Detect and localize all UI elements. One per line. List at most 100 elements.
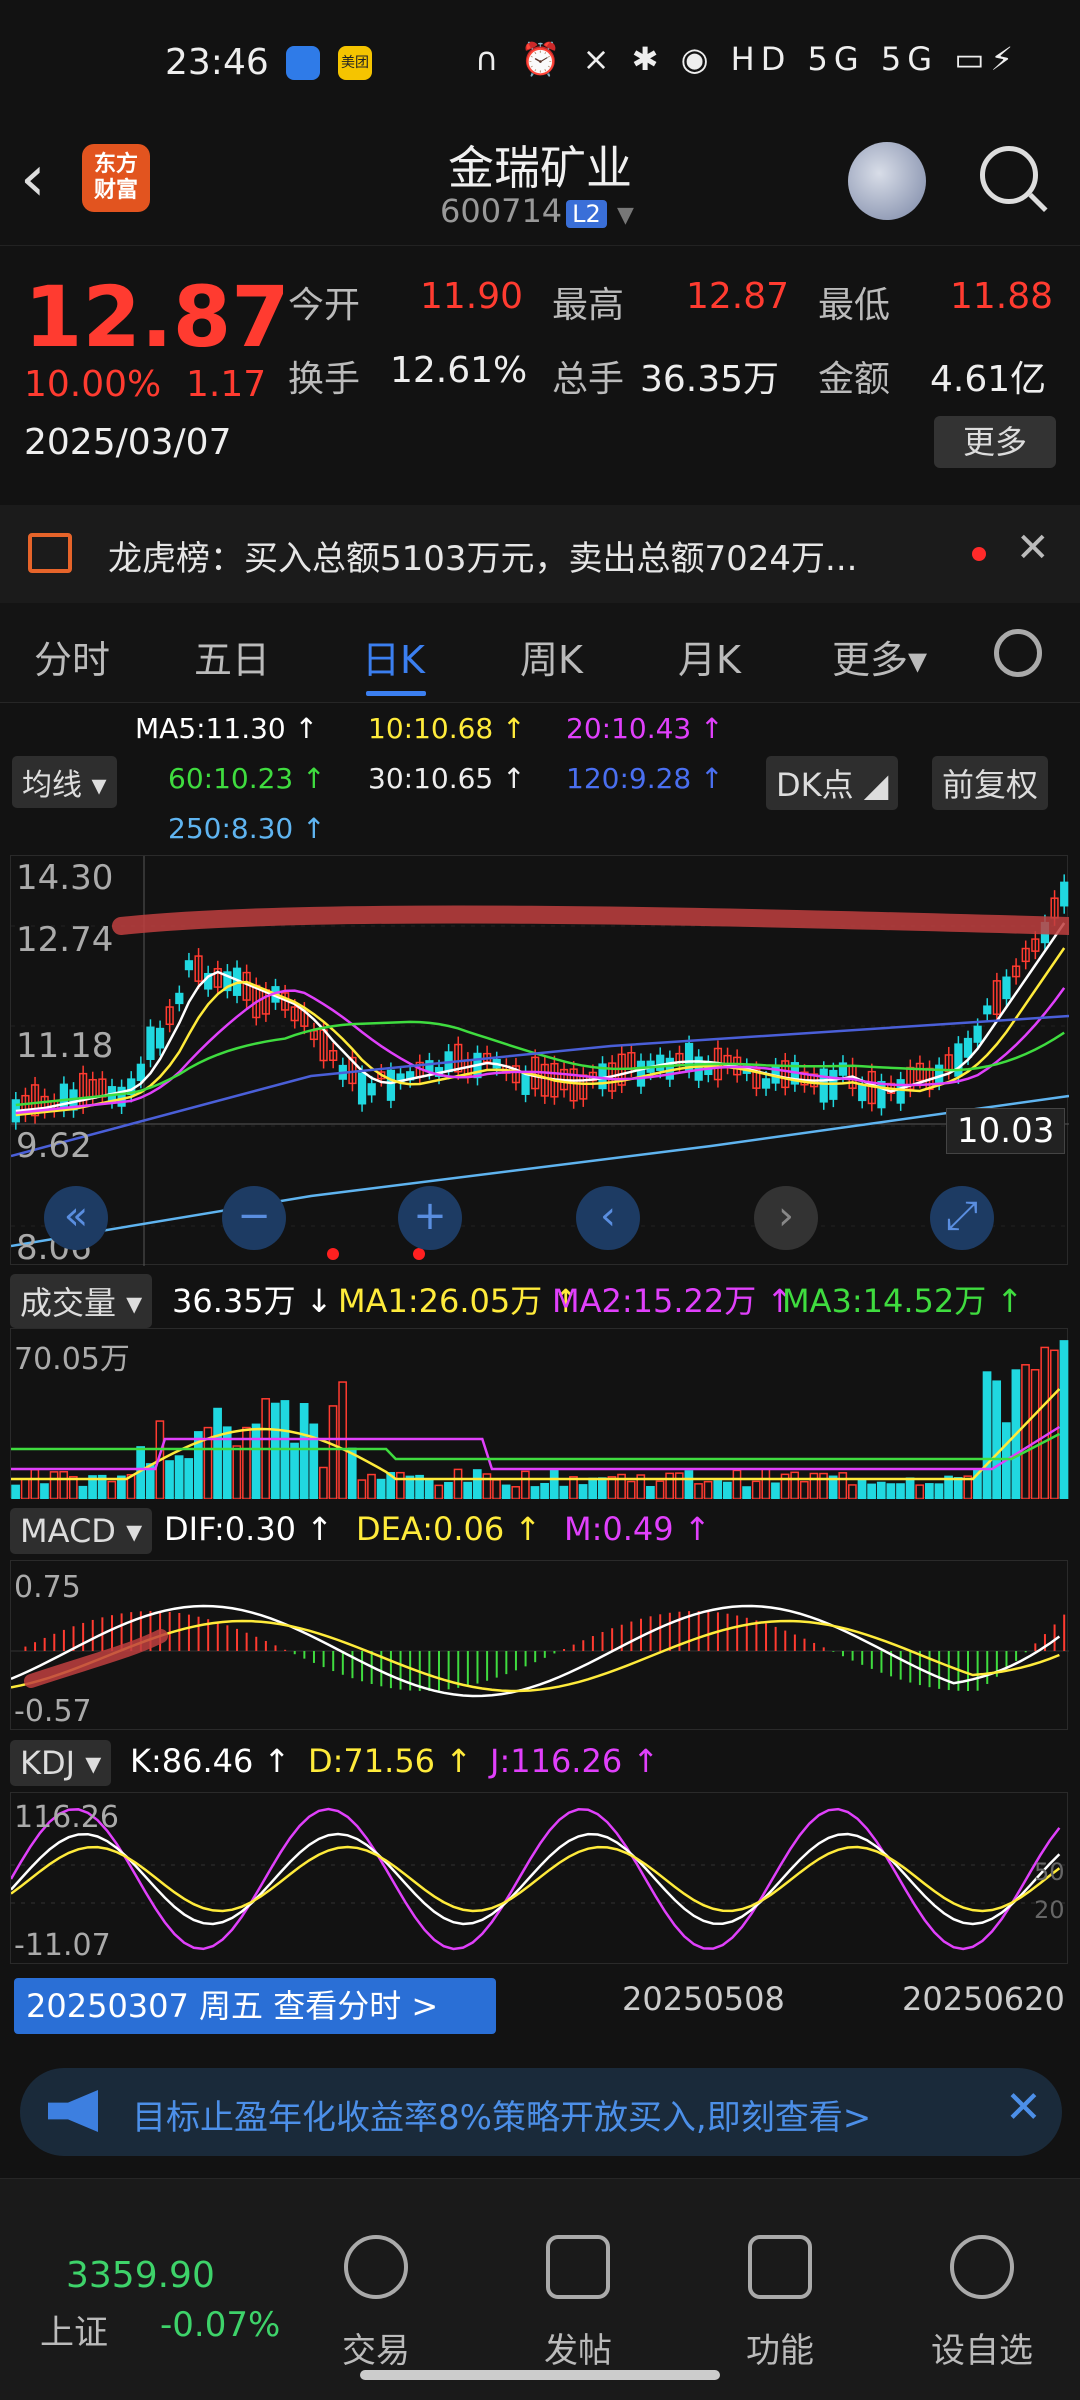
volume-bar (213, 1407, 222, 1500)
volume-bar (751, 1480, 761, 1500)
volume-bar (578, 1484, 588, 1500)
nav-post[interactable]: 发帖 (508, 2323, 648, 2372)
ma-selector[interactable]: 均线 ▾ (12, 756, 117, 808)
turnover-value: 12.61% (390, 350, 528, 391)
quote-panel: 12.87 10.00% 1.17 2025/03/07 今开 11.90 最高… (0, 245, 1080, 495)
view-intraday-button[interactable]: 20250307 周五 查看分时 > (14, 1978, 496, 2034)
tab-monthly-k[interactable]: 月K (678, 629, 741, 684)
kdj-chart[interactable] (9, 1792, 1069, 1964)
tab-five-day[interactable]: 五日 (194, 629, 270, 684)
j-line (9, 1807, 1061, 1951)
volume-bar (184, 1458, 194, 1500)
volume-bar (107, 1480, 117, 1500)
volume-bar (251, 1423, 261, 1500)
volume-bar (174, 1455, 184, 1500)
price-axis-top: 14.30 (16, 858, 114, 898)
nav-functions[interactable]: 功能 (710, 2323, 850, 2372)
volume-chart[interactable] (10, 1328, 1069, 1500)
macd-selector[interactable]: MACD ▾ (10, 1508, 153, 1554)
kdj-20-line-label: 20 (1034, 1896, 1065, 1924)
volume-bar (40, 1483, 49, 1500)
kdj-50-line-label: 50 (1034, 1858, 1065, 1886)
change-value: 1.17 (186, 364, 267, 405)
volume-svg (11, 1340, 1069, 1500)
volume-bar (20, 1478, 30, 1500)
candle-body (367, 1083, 376, 1096)
volume-bar (867, 1483, 876, 1500)
volume-bar (549, 1468, 559, 1500)
megaphone-icon (48, 2090, 98, 2132)
more-button[interactable]: 更多 (934, 416, 1056, 468)
candle-body (983, 1005, 992, 1015)
scroll-left-icon[interactable]: ‹ (576, 1186, 640, 1250)
volume-bar (790, 1471, 800, 1500)
ad-banner[interactable]: 目标止盈年化收益率8%策略开放买入,即刻查看> ✕ (20, 2068, 1062, 2156)
tab-intraday[interactable]: 分时 (34, 629, 110, 684)
adjust-price-button[interactable]: 前复权 (932, 756, 1049, 810)
volume-bar (319, 1466, 328, 1500)
stock-code[interactable]: 600714 L2 ▼ (440, 192, 634, 230)
unread-dot (972, 547, 986, 561)
volume-bar (501, 1484, 511, 1500)
zoom-in-icon[interactable]: + (398, 1186, 462, 1250)
volume-bar (482, 1473, 492, 1500)
macd-chart[interactable] (10, 1560, 1069, 1730)
volume-bar (992, 1380, 1002, 1500)
open-label: 今开 (288, 285, 361, 326)
tab-daily-k[interactable]: 日K (362, 629, 425, 684)
ma120-legend: 120:9.28 ↑ (566, 762, 724, 795)
volume-selector[interactable]: 成交量 ▾ (10, 1274, 153, 1328)
scroll-left-fast-icon[interactable]: « (44, 1186, 108, 1250)
candle-body (184, 960, 194, 971)
volume-bar (857, 1478, 867, 1500)
highlight-stroke (112, 905, 1078, 935)
macd-m: M:0.49 ↑ (564, 1510, 711, 1548)
robot-assistant-icon[interactable] (848, 142, 926, 220)
volume-bar (848, 1484, 857, 1500)
close-icon[interactable]: ✕ (1005, 2082, 1042, 2133)
period-tabs: 分时 五日 日K 周K 月K 更多▾ (0, 603, 1080, 703)
fullscreen-icon[interactable]: ⤢ (930, 1186, 994, 1250)
kline-svg (10, 856, 1078, 1266)
volume-bar (953, 1477, 963, 1500)
ma10-line (15, 947, 1066, 1117)
scroll-right-icon[interactable]: › (754, 1186, 818, 1250)
close-icon[interactable]: ✕ (1016, 525, 1050, 571)
volume-bar (982, 1371, 992, 1500)
candle-body (819, 1068, 828, 1103)
volume-bar (270, 1402, 280, 1500)
nav-add-watchlist[interactable]: 设自选 (912, 2323, 1052, 2372)
notice-bar[interactable]: 龙虎榜：买入总额5103万元，卖出总额7024万... ✕ (0, 505, 1080, 603)
amount-value: 4.61亿 (930, 359, 1047, 400)
kdj-selector[interactable]: KDJ ▾ (10, 1740, 112, 1786)
grid-icon (748, 2235, 812, 2299)
volume-bar (742, 1486, 751, 1500)
gear-icon[interactable] (994, 629, 1042, 677)
tab-weekly-k[interactable]: 周K (520, 629, 583, 684)
candle-body (521, 1072, 530, 1095)
zoom-out-icon[interactable]: − (222, 1186, 286, 1250)
dk-point-button[interactable]: DK点 ◢ (766, 756, 899, 810)
volume-bar (49, 1471, 59, 1500)
volume-bar (896, 1483, 905, 1500)
candle-body (858, 1083, 867, 1102)
tab-more[interactable]: 更多▾ (832, 629, 927, 684)
nav-trade[interactable]: 交易 (306, 2323, 446, 2372)
high-label: 最高 (552, 285, 625, 326)
index-value[interactable]: 3359.90 (66, 2255, 215, 2296)
volume-bar (1050, 1349, 1059, 1500)
candle-body (146, 1026, 155, 1060)
kline-chart[interactable] (10, 855, 1078, 1266)
turnover-label: 换手 (288, 359, 361, 400)
status-time: 23:46 (165, 42, 269, 83)
status-bar: 23:46 美团 ∩ ⏰ × ✱ ◉ HD 5G 5G ▭⚡ (0, 0, 1080, 130)
volume-bar (328, 1405, 338, 1500)
ad-text: 目标止盈年化收益率8%策略开放买入,即刻查看> (132, 2098, 872, 2138)
search-icon[interactable] (980, 146, 1038, 204)
home-indicator[interactable] (360, 2370, 720, 2380)
volume-bar (761, 1468, 771, 1500)
volume-bar (521, 1470, 530, 1500)
macd-axis-bottom: -0.57 (14, 1694, 92, 1729)
volume-bar (78, 1485, 88, 1500)
volume-bar (540, 1482, 549, 1500)
